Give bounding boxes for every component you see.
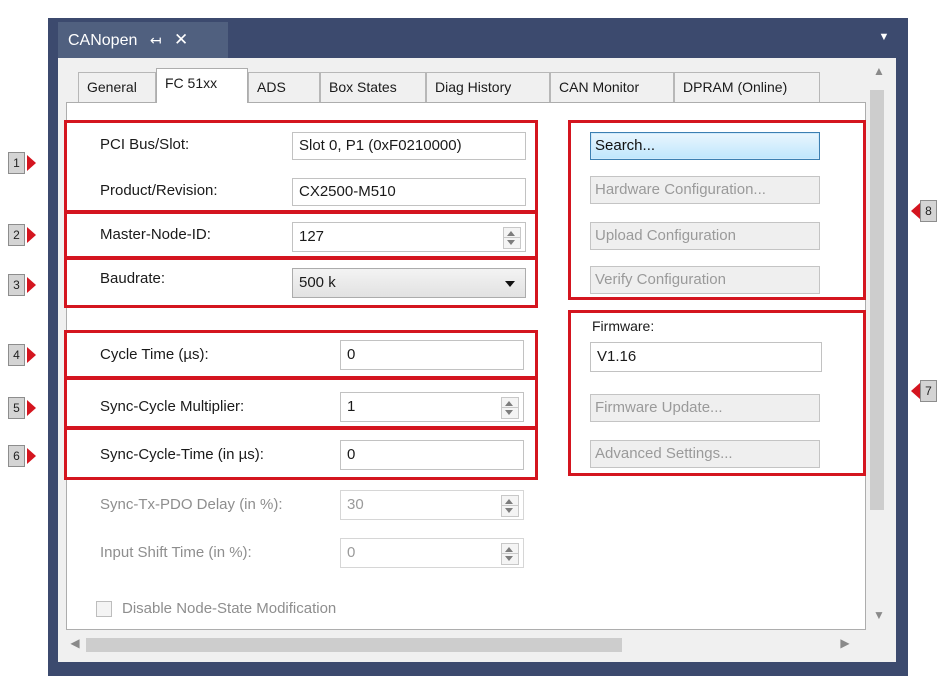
callout-arrow-icon — [27, 347, 36, 363]
highlight-box-3 — [64, 256, 538, 308]
tab-general[interactable]: General — [78, 72, 156, 102]
callout-marker-3: 3 — [8, 274, 25, 296]
sync-tx-pdo-delay-value: 30 — [347, 496, 364, 513]
callout-marker-6: 6 — [8, 445, 25, 467]
callout-marker-8: 8 — [920, 200, 937, 222]
callout-arrow-icon — [911, 383, 920, 399]
scroll-down-icon[interactable]: ▼ — [866, 608, 892, 624]
sync-tx-pdo-delay-stepper: 30 — [340, 490, 524, 520]
disable-node-state-checkbox — [96, 601, 112, 617]
callout-marker-5: 5 — [8, 397, 25, 419]
document-tab-title: CANopen — [68, 32, 138, 49]
horizontal-scroll-thumb[interactable] — [86, 638, 622, 652]
spinner-arrows-icon — [501, 543, 519, 565]
callout-marker-4: 4 — [8, 344, 25, 366]
scroll-up-icon[interactable]: ▲ — [866, 64, 892, 80]
highlight-box-5 — [64, 376, 538, 430]
vertical-scroll-thumb[interactable] — [870, 90, 884, 510]
input-shift-time-stepper: 0 — [340, 538, 524, 568]
callout-marker-2: 2 — [8, 224, 25, 246]
sync-tx-pdo-delay-label: Sync-Tx-PDO Delay (in %): — [100, 496, 283, 513]
pin-icon[interactable]: ↤ — [150, 32, 162, 48]
close-icon[interactable]: ✕ — [174, 30, 188, 49]
tab-can-monitor[interactable]: CAN Monitor — [550, 72, 674, 102]
input-shift-time-label: Input Shift Time (in %): — [100, 544, 252, 561]
callout-marker-7: 7 — [920, 380, 937, 402]
callout-arrow-icon — [27, 277, 36, 293]
callout-arrow-icon — [911, 203, 920, 219]
highlight-box-1 — [64, 120, 538, 214]
highlight-box-4 — [64, 330, 538, 380]
tab-diag-history[interactable]: Diag History — [426, 72, 550, 102]
callout-arrow-icon — [27, 400, 36, 416]
callout-marker-1: 1 — [8, 152, 25, 174]
spinner-arrows-icon — [501, 495, 519, 517]
callout-arrow-icon — [27, 227, 36, 243]
callout-arrow-icon — [27, 155, 36, 171]
highlight-box-2 — [64, 210, 538, 260]
document-tab-canopen[interactable]: CANopen ↤ ✕ — [58, 22, 228, 58]
tab-fc-51xx[interactable]: FC 51xx — [156, 68, 248, 103]
panel-menu-chevron-down-icon[interactable]: ▼ — [872, 24, 896, 50]
scroll-left-icon[interactable]: ◀ — [68, 636, 82, 652]
input-shift-time-value: 0 — [347, 544, 356, 561]
disable-node-state-label: Disable Node-State Modification — [122, 600, 337, 617]
scroll-right-icon[interactable]: ▶ — [838, 636, 852, 652]
highlight-box-6 — [64, 426, 538, 480]
tab-ads[interactable]: ADS — [248, 72, 320, 102]
tab-box-states[interactable]: Box States — [320, 72, 426, 102]
highlight-box-8 — [568, 120, 866, 300]
callout-arrow-icon — [27, 448, 36, 464]
tab-dpram-online[interactable]: DPRAM (Online) — [674, 72, 820, 102]
highlight-box-7 — [568, 310, 866, 476]
